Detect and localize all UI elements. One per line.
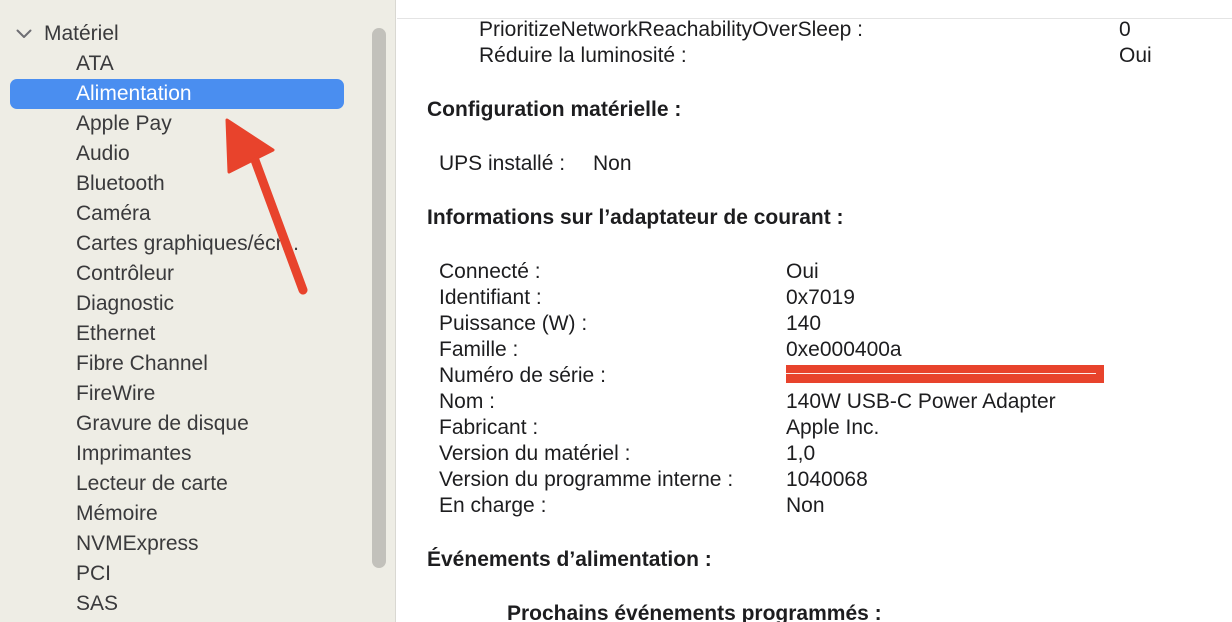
- adapter-value-nom: 140W USB-C Power Adapter: [786, 390, 1056, 413]
- adapter-value-fabricant: Apple Inc.: [786, 416, 880, 439]
- reduire-luminosite-value: Oui: [1119, 44, 1152, 67]
- detail-panel: PrioritizeNetworkReachabilityOverSleep :…: [397, 0, 1232, 622]
- sidebar-scrollbar-thumb[interactable]: [372, 28, 386, 568]
- reduire-luminosite-key: Réduire la luminosité :: [479, 44, 687, 67]
- sidebar-list: ATA Alimentation Apple Pay Audio Bluetoo…: [10, 49, 344, 619]
- power-events-heading: Événements d’alimentation :: [427, 548, 712, 571]
- sidebar-group-label: Matériel: [44, 22, 119, 45]
- sidebar-item-audio[interactable]: Audio: [10, 139, 344, 169]
- hardware-config-heading: Configuration matérielle :: [427, 98, 682, 121]
- sidebar-item-imprimantes[interactable]: Imprimantes: [10, 439, 344, 469]
- sidebar-item-ata[interactable]: ATA: [10, 49, 344, 79]
- sidebar-item-ethernet[interactable]: Ethernet: [10, 319, 344, 349]
- sidebar-item-firewire[interactable]: FireWire: [10, 379, 344, 409]
- sidebar-scrollbar[interactable]: [369, 22, 391, 574]
- adapter-value-famille: 0xe000400a: [786, 338, 902, 361]
- sidebar-item-cartes-graphiques[interactable]: Cartes graphiques/écr...: [10, 229, 344, 259]
- sidebar-group-materiel[interactable]: Matériel: [16, 20, 119, 48]
- adapter-key-nom: Nom :: [439, 390, 496, 413]
- system-information-window: Matériel ATA Alimentation Apple Pay Audi…: [0, 0, 1232, 622]
- adapter-key-version-materiel: Version du matériel :: [439, 442, 631, 465]
- sidebar-item-diagnostic[interactable]: Diagnostic: [10, 289, 344, 319]
- prioritize-network-value: 0: [1119, 18, 1131, 41]
- sidebar-item-nvmexpress[interactable]: NVMExpress: [10, 529, 344, 559]
- sidebar: Matériel ATA Alimentation Apple Pay Audi…: [0, 0, 396, 622]
- adapter-info-heading: Informations sur l’adaptateur de courant…: [427, 206, 844, 229]
- prioritize-network-key: PrioritizeNetworkReachabilityOverSleep :: [479, 18, 863, 41]
- adapter-key-version-programme: Version du programme interne :: [439, 468, 734, 491]
- adapter-key-identifiant: Identifiant :: [439, 286, 542, 309]
- adapter-value-version-materiel: 1,0: [786, 442, 816, 465]
- sidebar-item-bluetooth[interactable]: Bluetooth: [10, 169, 344, 199]
- adapter-value-identifiant: 0x7019: [786, 286, 855, 309]
- adapter-value-en-charge: Non: [786, 494, 825, 517]
- adapter-value-puissance: 140: [786, 312, 822, 335]
- sidebar-item-alimentation[interactable]: Alimentation: [10, 79, 344, 109]
- scheduled-events-subheading: Prochains événements programmés :: [507, 602, 882, 622]
- sidebar-item-apple-pay[interactable]: Apple Pay: [10, 109, 344, 139]
- adapter-key-numero-serie: Numéro de série :: [439, 364, 606, 387]
- serial-redaction-bar: [786, 365, 1104, 383]
- sidebar-item-sas[interactable]: SAS: [10, 589, 344, 619]
- adapter-key-en-charge: En charge :: [439, 494, 547, 517]
- sidebar-item-fibre-channel[interactable]: Fibre Channel: [10, 349, 344, 379]
- adapter-value-version-programme: 1040068: [786, 468, 868, 491]
- sidebar-item-gravure-de-disque[interactable]: Gravure de disque: [10, 409, 344, 439]
- adapter-key-connecte: Connecté :: [439, 260, 541, 283]
- sidebar-item-pci[interactable]: PCI: [10, 559, 344, 589]
- sidebar-item-controleur[interactable]: Contrôleur: [10, 259, 344, 289]
- sidebar-item-memoire[interactable]: Mémoire: [10, 499, 344, 529]
- adapter-key-famille: Famille :: [439, 338, 519, 361]
- adapter-key-puissance: Puissance (W) :: [439, 312, 588, 335]
- adapter-key-fabricant: Fabricant :: [439, 416, 539, 439]
- chevron-down-icon[interactable]: [16, 20, 38, 48]
- sidebar-item-camera[interactable]: Caméra: [10, 199, 344, 229]
- ups-installed-value: Non: [593, 152, 632, 175]
- adapter-value-connecte: Oui: [786, 260, 819, 283]
- sidebar-item-lecteur-de-carte[interactable]: Lecteur de carte: [10, 469, 344, 499]
- ups-installed-key: UPS installé :: [439, 152, 566, 175]
